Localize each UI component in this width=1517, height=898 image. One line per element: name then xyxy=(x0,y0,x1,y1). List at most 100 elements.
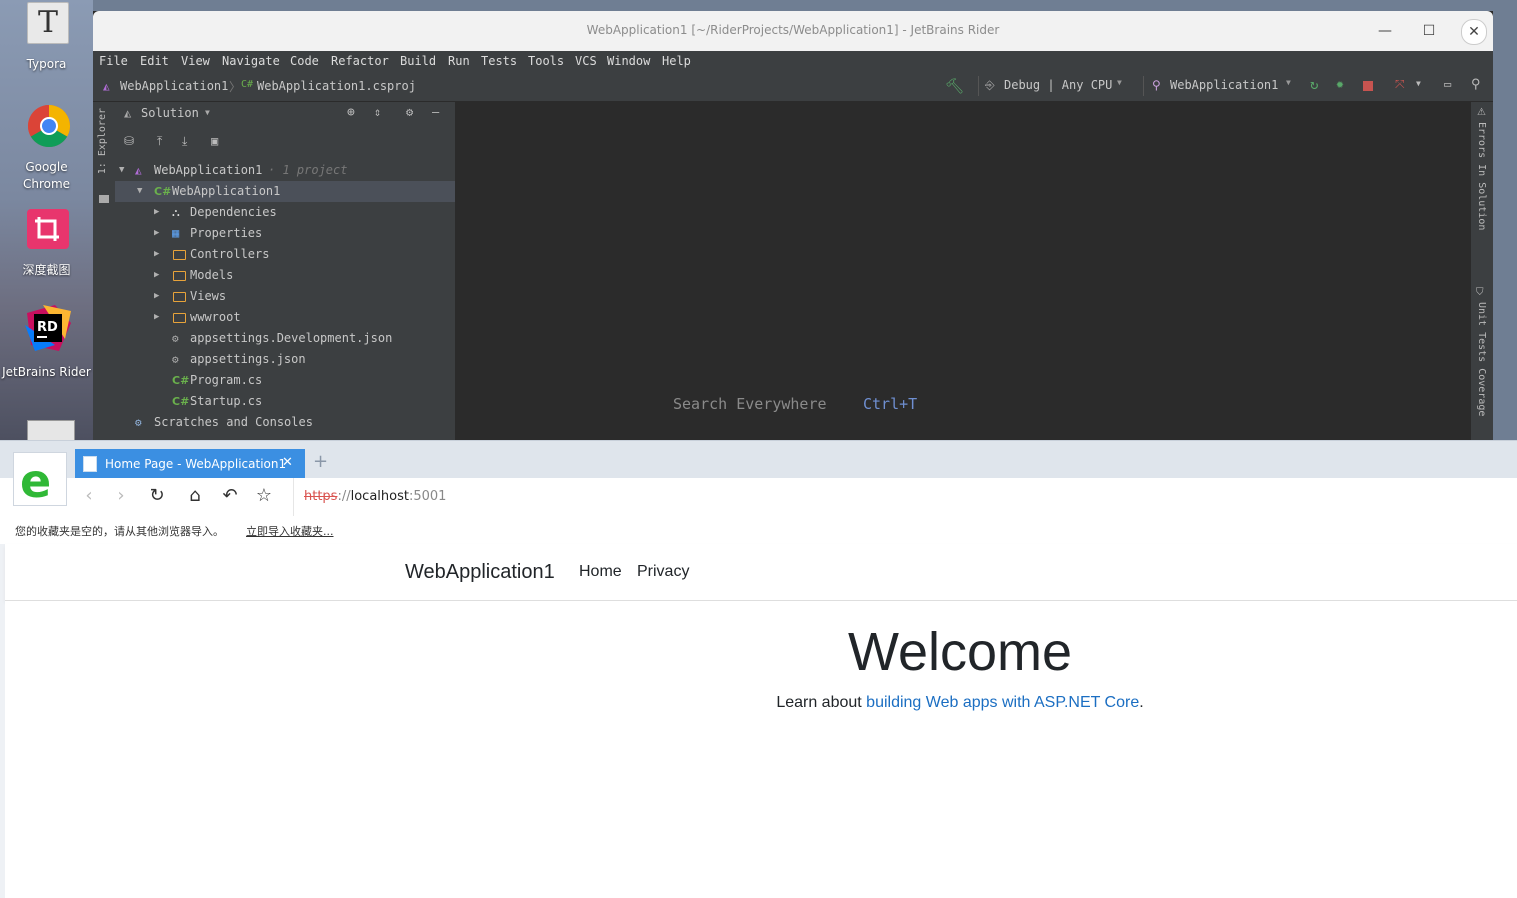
solution-icon: ◭ xyxy=(103,80,110,93)
preview-icon[interactable]: ▣ xyxy=(211,134,218,148)
config-selector[interactable]: ⎆ Debug | Any CPU ▼ xyxy=(978,76,1129,96)
errors-icon: ⚠ xyxy=(1477,107,1486,118)
close-tab-icon[interactable]: ✕ xyxy=(282,455,293,470)
menu-code[interactable]: Code xyxy=(290,54,319,68)
expand-arrow-icon[interactable]: ▼ xyxy=(137,181,142,202)
csproj-icon: C# xyxy=(241,79,254,90)
menu-run[interactable]: Run xyxy=(448,54,470,68)
attach-icon[interactable]: ⤧ xyxy=(1395,77,1405,92)
site-brand[interactable]: WebApplication1 xyxy=(405,561,555,584)
search-icon[interactable]: ⚲ xyxy=(1471,77,1481,92)
folder-icon xyxy=(173,250,186,260)
tree-item[interactable]: ▶ Controllers xyxy=(115,244,455,265)
menu-refactor[interactable]: Refactor xyxy=(331,54,389,68)
svg-text:e: e xyxy=(20,454,51,505)
maximize-button[interactable]: ☐ xyxy=(1417,19,1441,43)
menu-view[interactable]: View xyxy=(181,54,210,68)
page-heading: Welcome xyxy=(847,622,1073,682)
import-bookmarks-link[interactable]: 立即导入收藏夹... xyxy=(246,523,334,539)
show-files-icon[interactable]: ⛁ xyxy=(124,134,134,148)
tree-solution-note: · 1 project xyxy=(268,163,348,177)
solution-view-icon: ◭ xyxy=(124,106,132,120)
tree-item[interactable]: C# Startup.cs xyxy=(115,391,455,412)
typora-icon: T xyxy=(27,2,69,44)
tree-solution-row[interactable]: ▼ ◭ WebApplication1 · 1 project xyxy=(115,160,455,181)
chevron-down-icon[interactable]: ▼ xyxy=(205,108,210,117)
stop-icon[interactable] xyxy=(1363,81,1373,91)
browser-window: Home Page - WebApplication1 ✕ + ‹ › ↻ ⌂ … xyxy=(0,440,1517,898)
tree-item[interactable]: ⚙ appsettings.json xyxy=(115,349,455,370)
chevron-down-icon: ▼ xyxy=(1286,78,1291,87)
debug-bug-icon[interactable]: ✹ xyxy=(1336,77,1344,92)
learn-link[interactable]: building Web apps with ASP.NET Core xyxy=(866,694,1139,711)
layout-icon[interactable]: ▭ xyxy=(1444,77,1451,91)
tree-scratches-row[interactable]: ⚙ Scratches and Consoles xyxy=(115,412,455,433)
expand-arrow-icon[interactable]: ▶ xyxy=(154,307,159,328)
collapse-icon[interactable]: ⇕ xyxy=(374,105,381,119)
chrome-icon xyxy=(27,104,71,148)
menu-edit[interactable]: Edit xyxy=(140,54,169,68)
browser-tab-active[interactable]: Home Page - WebApplication1 ✕ xyxy=(75,449,305,479)
menu-vcs[interactable]: VCS xyxy=(575,54,597,68)
breadcrumb-solution[interactable]: WebApplication1 xyxy=(120,79,228,93)
expand-all-icon[interactable]: ⤒ xyxy=(157,134,162,149)
panel-title[interactable]: Solution xyxy=(141,106,199,120)
desktop-icon-label: Typora xyxy=(26,57,67,71)
menu-window[interactable]: Window xyxy=(607,54,650,68)
tree-item[interactable]: C# Program.cs xyxy=(115,370,455,391)
expand-arrow-icon[interactable]: ▼ xyxy=(119,160,124,181)
tree-item[interactable]: ▶ ⛬ Dependencies xyxy=(115,202,455,223)
json-file-icon: ⚙ xyxy=(172,332,179,345)
bookmark-star-icon[interactable]: ☆ xyxy=(253,485,275,507)
run-target-selector[interactable]: ⚲ WebApplication1 ▼ xyxy=(1143,76,1304,96)
menu-file[interactable]: File xyxy=(99,54,128,68)
menu-tests[interactable]: Tests xyxy=(481,54,517,68)
breadcrumb-project[interactable]: WebApplication1.csproj xyxy=(257,79,416,93)
expand-arrow-icon[interactable]: ▶ xyxy=(154,223,159,244)
expand-arrow-icon[interactable]: ▶ xyxy=(154,286,159,307)
errors-in-solution-tab[interactable]: Errors In Solution xyxy=(1476,122,1487,230)
expand-arrow-icon[interactable]: ▶ xyxy=(154,244,159,265)
title-bar[interactable]: WebApplication1 [~/RiderProjects/WebAppl… xyxy=(93,11,1493,51)
browser-logo[interactable]: e xyxy=(13,452,67,508)
home-icon[interactable]: ⌂ xyxy=(184,485,206,507)
expand-arrow-icon[interactable]: ▶ xyxy=(154,202,159,223)
gear-icon[interactable]: ⚙ xyxy=(406,105,413,119)
build-hammer-icon[interactable]: 🔨︎ xyxy=(945,77,964,95)
menu-help[interactable]: Help xyxy=(662,54,691,68)
minimize-button[interactable]: — xyxy=(1373,19,1397,43)
tree-item[interactable]: ▶ Views xyxy=(115,286,455,307)
tree-item[interactable]: ▶ ▦ Properties xyxy=(115,223,455,244)
menu-build[interactable]: Build xyxy=(400,54,436,68)
forward-icon[interactable]: › xyxy=(110,485,132,507)
tree-item[interactable]: ▶ Models xyxy=(115,265,455,286)
tree-item[interactable]: ▶ wwwroot xyxy=(115,307,455,328)
expand-arrow-icon[interactable]: ▶ xyxy=(154,265,159,286)
desktop-window-thumbnail[interactable] xyxy=(27,420,75,442)
panel-header: ◭ Solution ▼ ⊕ ⇕ ⚙ — xyxy=(115,102,455,126)
hide-panel-icon[interactable]: — xyxy=(432,105,439,119)
tree-project-row[interactable]: ▼ C# WebApplication1 xyxy=(115,181,455,202)
collapse-all-icon[interactable]: ⤓ xyxy=(182,134,187,149)
editor-area[interactable]: Search Everywhere Ctrl+T xyxy=(455,102,1471,440)
site-navbar: WebApplication1 Home Privacy xyxy=(5,544,1517,601)
reload-icon[interactable]: ↻ xyxy=(146,485,168,507)
nav-privacy-link[interactable]: Privacy xyxy=(637,563,689,581)
menu-navigate[interactable]: Navigate xyxy=(222,54,280,68)
chevron-down-icon[interactable]: ▼ xyxy=(1416,79,1421,88)
close-button[interactable]: ✕ xyxy=(1461,19,1487,45)
url-field[interactable]: https://localhost:5001 xyxy=(304,489,446,504)
nav-home-link[interactable]: Home xyxy=(579,563,622,581)
unit-tests-coverage-tab[interactable]: Unit Tests Coverage xyxy=(1476,302,1487,416)
right-tool-strip: ⚠ Errors In Solution ⛉ Unit Tests Covera… xyxy=(1471,102,1493,440)
locate-icon[interactable]: ⊕ xyxy=(347,105,355,120)
url-separator: :// xyxy=(337,489,351,504)
explorer-tool-tab[interactable]: 1: Explorer xyxy=(97,108,108,174)
desktop-background: T Typora Google Chrome 深度截图 RD JetBrains… xyxy=(0,0,93,442)
rerun-icon[interactable]: ↻ xyxy=(1310,77,1318,93)
tree-item[interactable]: ⚙ appsettings.Development.json xyxy=(115,328,455,349)
new-tab-icon[interactable]: + xyxy=(313,451,328,472)
back-icon[interactable]: ‹ xyxy=(78,485,100,507)
menu-tools[interactable]: Tools xyxy=(528,54,564,68)
undo-close-icon[interactable]: ↶ xyxy=(219,485,241,507)
